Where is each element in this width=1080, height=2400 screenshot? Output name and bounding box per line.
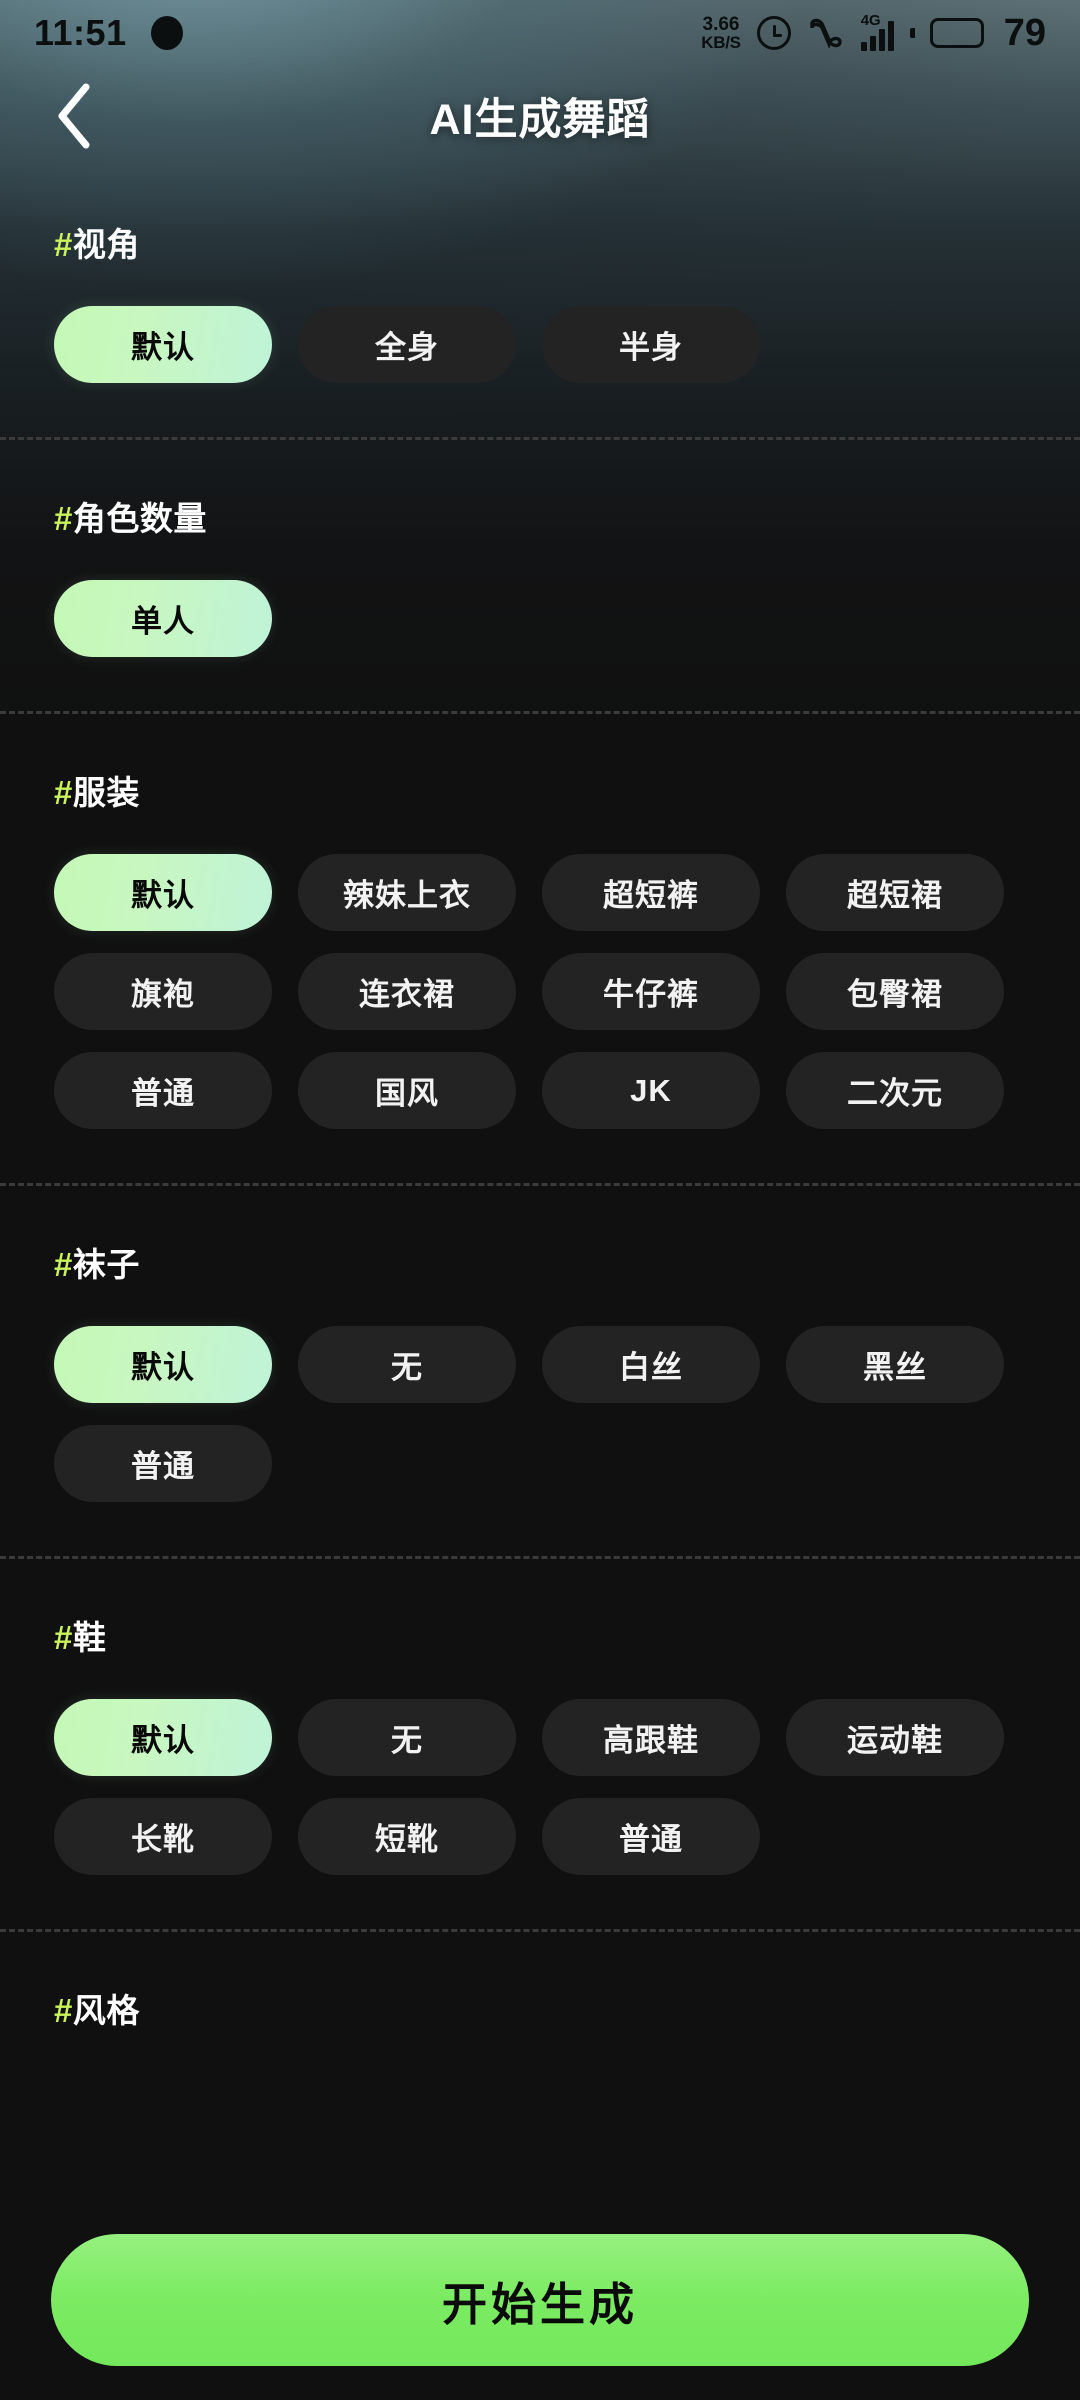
options-scroll-container[interactable]: #视角 默认 全身 半身 #角色数量 单人 #服装 默认 辣妹上衣 超短裤 超短裙 旗袍 连衣裙 牛仔裤包… — [0, 166, 1080, 2400]
signal-bar-3 — [878, 29, 885, 51]
chip-shoes-5[interactable]: 短靴 — [298, 1798, 516, 1875]
chip-viewpoint-0[interactable]: 默认 — [54, 306, 272, 383]
chip-socks-1[interactable]: 无 — [298, 1326, 516, 1403]
battery-percent-label: 79 — [1003, 11, 1046, 54]
chip-clothing-2[interactable]: 超短裤 — [542, 854, 760, 931]
section-label-text: 风格 — [72, 1992, 140, 2029]
section-body: #视角默认 全身 半身 — [0, 166, 1080, 437]
section-clothing: #服装默认 辣妹上衣 超短裤 超短裙旗袍 连衣裙 牛仔裤 包臀裙普通 国风 JK 二次元 — [0, 714, 1080, 1183]
hash-prefix: # — [54, 1619, 73, 1656]
chip-shoes-6[interactable]: 普通 — [542, 1798, 760, 1875]
chevron-left-icon — [58, 83, 90, 149]
section-label-text: 视角 — [72, 226, 140, 263]
page-header: AI生成舞蹈 — [0, 66, 1080, 166]
section-label-text: 角色数量 — [72, 500, 207, 537]
chip-clothing-3[interactable]: 超短裙 — [786, 854, 1004, 931]
section-style: #风格 — [0, 1932, 1080, 2126]
chip-row-socks: 默认无白丝 黑丝普通 — [54, 1326, 1026, 1502]
chip-row-clothing: 默认 辣妹上衣 超短裤 超短裙旗袍 连衣裙 牛仔裤 包臀裙普通 国风 JK 二次元 — [54, 854, 1026, 1129]
section-label-text: 袜子 — [72, 1246, 140, 1283]
status-bar: 11:51 3.66 KB/S 4G 79 — [0, 0, 1080, 66]
page-title: AI生成舞蹈 — [429, 96, 651, 144]
chip-shoes-1[interactable]: 无 — [298, 1699, 516, 1776]
chip-shoes-0[interactable]: 默认 — [54, 1699, 272, 1776]
section-label-socks: #袜子 — [54, 1238, 1026, 1286]
chip-clothing-6[interactable]: 牛仔裤 — [542, 953, 760, 1030]
chip-clothing-4[interactable]: 旗袍 — [54, 953, 272, 1030]
section-label-style: #风格 — [54, 1984, 1026, 2032]
section-socks: #袜子默认无白丝 黑丝普通 — [0, 1186, 1080, 1556]
status-time: 11:51 — [34, 12, 127, 53]
section-viewpoint: #视角默认 全身 半身 — [0, 166, 1080, 437]
alarm-clock-icon — [756, 16, 791, 50]
section-label-viewpoint: #视角 — [54, 218, 1026, 266]
chip-shoes-4[interactable]: 长靴 — [54, 1798, 272, 1875]
chip-socks-3[interactable]: 黑丝 — [786, 1326, 1004, 1403]
signal-type-label: 4G — [860, 12, 881, 29]
back-button[interactable] — [36, 77, 114, 155]
chip-viewpoint-1[interactable]: 全身 — [298, 306, 516, 383]
hash-prefix: # — [54, 226, 73, 263]
chip-clothing-9[interactable]: 国风 — [298, 1052, 516, 1129]
section-label-character-count: #角色数量 — [54, 492, 1026, 540]
section-label-text: 鞋 — [72, 1619, 107, 1656]
section-character-count: #角色数量单人 — [0, 440, 1080, 711]
hash-prefix: # — [54, 1246, 73, 1283]
section-label-clothing: #服装 — [54, 766, 1026, 814]
camera-punchhole-icon — [150, 16, 183, 50]
chip-socks-4[interactable]: 普通 — [54, 1425, 272, 1502]
status-bar-right: 3.66 KB/S 4G 79 — [701, 12, 1046, 55]
app-screen: 11:51 3.66 KB/S 4G 79 AI生成舞蹈 #视角 默认 全身 半… — [0, 0, 1080, 2400]
chip-shoes-3[interactable]: 运动鞋 — [786, 1699, 1004, 1776]
hash-prefix: # — [54, 1992, 73, 2029]
signal-bar-4 — [887, 21, 894, 51]
chip-clothing-10[interactable]: JK — [542, 1052, 760, 1129]
network-speed-unit: KB/S — [701, 33, 741, 52]
chip-viewpoint-2[interactable]: 半身 — [542, 306, 760, 383]
signal-bar-1 — [860, 42, 867, 51]
chip-row-viewpoint: 默认 全身 半身 — [54, 306, 1026, 383]
chip-shoes-2[interactable]: 高跟鞋 — [542, 1699, 760, 1776]
network-speed-indicator: 3.66 KB/S — [701, 14, 741, 52]
chip-row-shoes: 默认无高跟鞋 运动鞋长靴 短靴 普通 — [54, 1699, 1026, 1875]
chip-character-count-0[interactable]: 单人 — [54, 580, 272, 657]
section-body: #风格 — [0, 1932, 1080, 2126]
chip-clothing-8[interactable]: 普通 — [54, 1052, 272, 1129]
chip-socks-0[interactable]: 默认 — [54, 1326, 272, 1403]
section-body: #角色数量单人 — [0, 440, 1080, 711]
signal-bar-2 — [869, 36, 876, 51]
network-speed-value: 3.66 — [702, 14, 740, 35]
hash-prefix: # — [54, 500, 73, 537]
start-generate-button[interactable]: 开始生成 — [51, 2234, 1029, 2366]
chip-clothing-7[interactable]: 包臀裙 — [786, 953, 1004, 1030]
signal-bars-icon: 4G — [860, 12, 894, 51]
battery-icon — [929, 18, 984, 48]
chip-clothing-1[interactable]: 辣妹上衣 — [298, 854, 516, 931]
section-label-text: 服装 — [72, 774, 140, 811]
chip-clothing-0[interactable]: 默认 — [54, 854, 272, 931]
battery-cap-icon — [909, 28, 915, 38]
vpn-icon — [807, 16, 845, 50]
section-body: #服装默认 辣妹上衣 超短裤 超短裙旗袍 连衣裙 牛仔裤 包臀裙普通 国风 JK 二次元 — [0, 714, 1080, 1183]
hash-prefix: # — [54, 774, 73, 811]
section-body: #袜子默认无白丝 黑丝普通 — [0, 1186, 1080, 1556]
section-body: #鞋默认无高跟鞋 运动鞋长靴 短靴 普通 — [0, 1559, 1080, 1929]
chip-row-character-count: 单人 — [54, 580, 1026, 657]
section-label-shoes: #鞋 — [54, 1611, 1026, 1659]
chip-socks-2[interactable]: 白丝 — [542, 1326, 760, 1403]
section-shoes: #鞋默认无高跟鞋 运动鞋长靴 短靴 普通 — [0, 1559, 1080, 1929]
status-bar-left: 11:51 — [34, 12, 183, 54]
chip-clothing-5[interactable]: 连衣裙 — [298, 953, 516, 1030]
chip-clothing-11[interactable]: 二次元 — [786, 1052, 1004, 1129]
